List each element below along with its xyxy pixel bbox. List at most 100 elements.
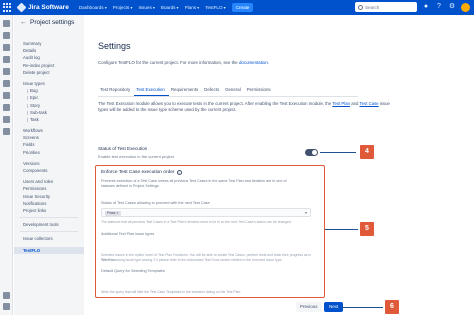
help-icon[interactable]: ? [435, 3, 443, 11]
tab-requirements[interactable]: Requirements [169, 87, 202, 96]
sidebar-item-issue-types[interactable]: Issue types [14, 80, 84, 87]
sidebar-item-versions[interactable]: Versions [14, 160, 84, 167]
info-icon[interactable]: i [176, 170, 182, 175]
top-navigation-bar: Jira Software Dashboards Projects Issues… [0, 0, 474, 15]
annotation-line-6 [341, 307, 383, 308]
annotation-line-4 [320, 152, 356, 153]
enforce-order-description: Prevents execution of a Test Case unless… [101, 179, 287, 189]
board-icon[interactable] [3, 32, 10, 39]
page-title: Settings [98, 41, 131, 51]
user-avatar[interactable] [461, 2, 470, 12]
nav-boards[interactable]: Boards [161, 5, 179, 10]
code-icon[interactable] [3, 104, 10, 111]
sidebar-item-delete-project[interactable]: Delete project [14, 69, 84, 76]
nav-testflo[interactable]: TestFLO [205, 5, 225, 10]
tab-defects[interactable]: Defects [202, 87, 223, 96]
sidebar-menu: Summary Details Audit log Re-index project D… [14, 40, 84, 254]
project-settings-icon[interactable] [3, 292, 10, 299]
sidebar-item-bug[interactable]: Bug [14, 87, 84, 94]
nav-projects[interactable]: Projects [113, 5, 133, 10]
sidebar-item-screens[interactable]: Screens [14, 134, 84, 141]
sidebar-item-notifications[interactable]: Notifications [14, 200, 84, 207]
sidebar-item-components[interactable]: Components [14, 167, 84, 174]
main-nav: Dashboards Projects Issues Boards Plans … [79, 5, 232, 10]
sidebar-item-re-index-project[interactable]: Re-index project [14, 62, 84, 69]
sidebar-item-issue-collectors[interactable]: Issue collectors [14, 235, 84, 242]
status-help-text: Enable test execution in the current pro… [98, 154, 174, 159]
nav-dashboards[interactable]: Dashboards [79, 5, 107, 10]
tab-test-execution[interactable]: Test Execution [134, 87, 169, 96]
toggle-knob [312, 150, 317, 155]
sidebar-item-priorities[interactable]: Priorities [14, 149, 84, 156]
chevron-down-icon[interactable]: ▾ [305, 210, 307, 215]
project-avatar-icon[interactable] [3, 20, 10, 27]
sidebar-item-fields[interactable]: Fields [14, 141, 84, 148]
annotation-badge-5: 5 [360, 222, 374, 236]
project-settings-title: Project settings [30, 19, 75, 26]
default-query-label: Default Query for Selecting Templates [101, 269, 165, 273]
search-input[interactable]: Search [355, 2, 417, 12]
reports-icon[interactable] [3, 56, 10, 63]
back-arrow-icon[interactable]: ← [20, 19, 27, 26]
status-label: Status of Test Execution [98, 146, 148, 151]
testflo-icon[interactable] [3, 116, 10, 123]
status-select-label: Status of Test Cases allowing to proceed… [101, 201, 210, 205]
sidebar-item-sub-task[interactable]: Sub-task [14, 109, 84, 116]
search-icon [358, 4, 363, 10]
tab-permissions[interactable]: Permissions [245, 87, 275, 96]
tab-general[interactable]: General [223, 87, 245, 96]
main-content: Settings Configure TestFLO for the curre… [84, 15, 474, 315]
enforce-order-title: Enforce Test Case execution order i [101, 170, 182, 175]
issues-icon[interactable] [3, 92, 10, 99]
status-note: The statuses that all previous Test Case… [101, 220, 292, 224]
annotation-badge-6: 6 [385, 300, 399, 314]
project-settings-header: ← Project settings [14, 15, 84, 26]
add-shortcut-icon[interactable] [3, 128, 10, 135]
sidebar-item-testflo[interactable]: TestFLO [14, 246, 84, 254]
test-plan-link[interactable]: Test Plan [332, 101, 350, 106]
sidebar-item-epic[interactable]: Epic [14, 94, 84, 101]
expand-sidebar-icon[interactable] [3, 303, 10, 310]
sidebar-item-issue-security[interactable]: Issue Security [14, 193, 84, 200]
status-multiselect[interactable]: Pass× ▾ [101, 208, 311, 217]
execution-order-config-box: Enforce Test Case execution order i Prev… [95, 165, 325, 298]
remove-chip-icon[interactable]: × [116, 211, 118, 215]
sidebar-item-task[interactable]: Task [14, 116, 84, 123]
create-button[interactable]: Create [231, 3, 254, 12]
tab-test-repository[interactable]: Test Repository [98, 87, 134, 96]
components-icon[interactable] [3, 80, 10, 87]
sidebar-item-audit-log[interactable]: Audit log [14, 54, 84, 61]
notifications-icon[interactable]: ● [422, 3, 430, 11]
test-execution-toggle[interactable] [305, 149, 318, 156]
nav-issues[interactable]: Issues [138, 5, 154, 10]
releases-icon[interactable] [3, 68, 10, 75]
settings-gear-icon[interactable]: ⚙ [448, 3, 456, 11]
sidebar-item-details[interactable]: Details [14, 47, 84, 54]
sidebar-item-summary[interactable]: Summary [14, 40, 84, 47]
project-icon-rail [0, 15, 13, 315]
sidebar-item-development-tools[interactable]: Development tools [14, 221, 84, 228]
default-query-note: Write the query that will filter the Tes… [101, 290, 242, 294]
topbar-right: Search ● ? ⚙ [355, 2, 470, 12]
sidebar-item-users-and-roles[interactable]: Users and roles [14, 178, 84, 185]
documentation-link[interactable]: documentation [239, 60, 268, 65]
sidebar-divider [20, 231, 78, 233]
settings-tabs: Test Repository Test Execution Requireme… [98, 87, 358, 97]
test-execution-description: The Test Execution module allows you to … [98, 101, 390, 113]
sidebar-divider [20, 217, 78, 219]
logo-text: Jira Software [28, 4, 69, 11]
test-case-link[interactable]: Test Case [360, 101, 379, 106]
project-settings-sidebar: ← Project settings Summary Details Audit l… [14, 15, 84, 315]
backlog-icon[interactable] [3, 44, 10, 51]
additional-types-note-2: When removing issue type among 2.0 pleas… [101, 258, 283, 262]
app-switcher-icon[interactable] [3, 3, 12, 12]
sidebar-item-project-links[interactable]: Project links [14, 207, 84, 214]
status-chip-pass[interactable]: Pass× [105, 210, 121, 216]
nav-plans[interactable]: Plans [185, 5, 200, 10]
sidebar-item-permissions[interactable]: Permissions [14, 185, 84, 192]
previous-button[interactable]: Previous [296, 302, 322, 312]
sidebar-item-workflows[interactable]: Workflows [14, 127, 84, 134]
jira-logo[interactable]: Jira Software [16, 2, 69, 13]
rail-bottom [3, 288, 10, 310]
sidebar-item-story[interactable]: Story [14, 102, 84, 109]
